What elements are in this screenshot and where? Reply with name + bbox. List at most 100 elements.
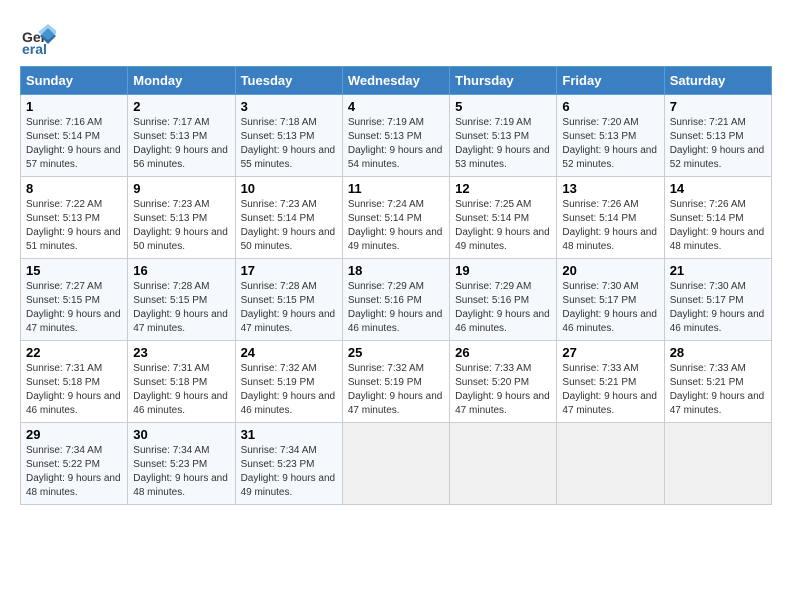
- day-number: 11: [348, 181, 444, 196]
- day-info: Sunrise: 7:22 AMSunset: 5:13 PMDaylight:…: [26, 199, 121, 252]
- day-info: Sunrise: 7:26 AMSunset: 5:14 PMDaylight:…: [670, 199, 765, 252]
- day-number: 24: [241, 345, 337, 360]
- col-friday: Friday: [557, 67, 664, 95]
- day-info: Sunrise: 7:29 AMSunset: 5:16 PMDaylight:…: [455, 281, 550, 334]
- day-info: Sunrise: 7:33 AMSunset: 5:21 PMDaylight:…: [562, 363, 657, 416]
- day-number: 6: [562, 99, 658, 114]
- calendar-week-row: 29 Sunrise: 7:34 AMSunset: 5:22 PMDaylig…: [21, 423, 772, 505]
- col-tuesday: Tuesday: [235, 67, 342, 95]
- day-info: Sunrise: 7:21 AMSunset: 5:13 PMDaylight:…: [670, 117, 765, 170]
- table-row: 30 Sunrise: 7:34 AMSunset: 5:23 PMDaylig…: [128, 423, 235, 505]
- logo: Gen eral: [20, 20, 60, 56]
- day-number: 3: [241, 99, 337, 114]
- table-row: 17 Sunrise: 7:28 AMSunset: 5:15 PMDaylig…: [235, 259, 342, 341]
- table-row: 13 Sunrise: 7:26 AMSunset: 5:14 PMDaylig…: [557, 177, 664, 259]
- table-row: 21 Sunrise: 7:30 AMSunset: 5:17 PMDaylig…: [664, 259, 771, 341]
- day-number: 7: [670, 99, 766, 114]
- day-info: Sunrise: 7:19 AMSunset: 5:13 PMDaylight:…: [348, 117, 443, 170]
- day-number: 15: [26, 263, 122, 278]
- table-row: 31 Sunrise: 7:34 AMSunset: 5:23 PMDaylig…: [235, 423, 342, 505]
- table-row: 9 Sunrise: 7:23 AMSunset: 5:13 PMDayligh…: [128, 177, 235, 259]
- table-row: 26 Sunrise: 7:33 AMSunset: 5:20 PMDaylig…: [450, 341, 557, 423]
- table-row: 12 Sunrise: 7:25 AMSunset: 5:14 PMDaylig…: [450, 177, 557, 259]
- day-info: Sunrise: 7:34 AMSunset: 5:23 PMDaylight:…: [241, 445, 336, 498]
- day-number: 26: [455, 345, 551, 360]
- day-info: Sunrise: 7:31 AMSunset: 5:18 PMDaylight:…: [26, 363, 121, 416]
- day-info: Sunrise: 7:20 AMSunset: 5:13 PMDaylight:…: [562, 117, 657, 170]
- day-number: 18: [348, 263, 444, 278]
- day-info: Sunrise: 7:31 AMSunset: 5:18 PMDaylight:…: [133, 363, 228, 416]
- day-info: Sunrise: 7:17 AMSunset: 5:13 PMDaylight:…: [133, 117, 228, 170]
- day-number: 25: [348, 345, 444, 360]
- calendar-week-row: 1 Sunrise: 7:16 AMSunset: 5:14 PMDayligh…: [21, 95, 772, 177]
- day-info: Sunrise: 7:19 AMSunset: 5:13 PMDaylight:…: [455, 117, 550, 170]
- day-number: 29: [26, 427, 122, 442]
- table-row: 16 Sunrise: 7:28 AMSunset: 5:15 PMDaylig…: [128, 259, 235, 341]
- table-row: 29 Sunrise: 7:34 AMSunset: 5:22 PMDaylig…: [21, 423, 128, 505]
- day-number: 8: [26, 181, 122, 196]
- table-row: 20 Sunrise: 7:30 AMSunset: 5:17 PMDaylig…: [557, 259, 664, 341]
- logo-icon: Gen eral: [20, 20, 56, 56]
- day-number: 4: [348, 99, 444, 114]
- table-row: 19 Sunrise: 7:29 AMSunset: 5:16 PMDaylig…: [450, 259, 557, 341]
- day-info: Sunrise: 7:34 AMSunset: 5:23 PMDaylight:…: [133, 445, 228, 498]
- day-number: 21: [670, 263, 766, 278]
- day-number: 12: [455, 181, 551, 196]
- table-row: 28 Sunrise: 7:33 AMSunset: 5:21 PMDaylig…: [664, 341, 771, 423]
- day-number: 1: [26, 99, 122, 114]
- day-info: Sunrise: 7:18 AMSunset: 5:13 PMDaylight:…: [241, 117, 336, 170]
- day-info: Sunrise: 7:29 AMSunset: 5:16 PMDaylight:…: [348, 281, 443, 334]
- day-number: 23: [133, 345, 229, 360]
- day-info: Sunrise: 7:28 AMSunset: 5:15 PMDaylight:…: [133, 281, 228, 334]
- day-number: 2: [133, 99, 229, 114]
- table-row: 18 Sunrise: 7:29 AMSunset: 5:16 PMDaylig…: [342, 259, 449, 341]
- day-info: Sunrise: 7:30 AMSunset: 5:17 PMDaylight:…: [562, 281, 657, 334]
- day-number: 22: [26, 345, 122, 360]
- col-thursday: Thursday: [450, 67, 557, 95]
- table-row: 2 Sunrise: 7:17 AMSunset: 5:13 PMDayligh…: [128, 95, 235, 177]
- calendar-header-row: Sunday Monday Tuesday Wednesday Thursday…: [21, 67, 772, 95]
- col-wednesday: Wednesday: [342, 67, 449, 95]
- table-row: 11 Sunrise: 7:24 AMSunset: 5:14 PMDaylig…: [342, 177, 449, 259]
- calendar-week-row: 22 Sunrise: 7:31 AMSunset: 5:18 PMDaylig…: [21, 341, 772, 423]
- day-info: Sunrise: 7:27 AMSunset: 5:15 PMDaylight:…: [26, 281, 121, 334]
- day-info: Sunrise: 7:32 AMSunset: 5:19 PMDaylight:…: [348, 363, 443, 416]
- page-header: Gen eral: [20, 20, 772, 56]
- day-info: Sunrise: 7:33 AMSunset: 5:21 PMDaylight:…: [670, 363, 765, 416]
- day-number: 31: [241, 427, 337, 442]
- day-info: Sunrise: 7:32 AMSunset: 5:19 PMDaylight:…: [241, 363, 336, 416]
- col-sunday: Sunday: [21, 67, 128, 95]
- table-row: 10 Sunrise: 7:23 AMSunset: 5:14 PMDaylig…: [235, 177, 342, 259]
- day-number: 20: [562, 263, 658, 278]
- day-info: Sunrise: 7:24 AMSunset: 5:14 PMDaylight:…: [348, 199, 443, 252]
- table-row: 14 Sunrise: 7:26 AMSunset: 5:14 PMDaylig…: [664, 177, 771, 259]
- table-row: 22 Sunrise: 7:31 AMSunset: 5:18 PMDaylig…: [21, 341, 128, 423]
- table-row: 25 Sunrise: 7:32 AMSunset: 5:19 PMDaylig…: [342, 341, 449, 423]
- table-row: 27 Sunrise: 7:33 AMSunset: 5:21 PMDaylig…: [557, 341, 664, 423]
- table-row: 4 Sunrise: 7:19 AMSunset: 5:13 PMDayligh…: [342, 95, 449, 177]
- day-number: 10: [241, 181, 337, 196]
- table-row: [557, 423, 664, 505]
- table-row: [664, 423, 771, 505]
- day-number: 27: [562, 345, 658, 360]
- svg-text:eral: eral: [22, 41, 47, 56]
- day-info: Sunrise: 7:28 AMSunset: 5:15 PMDaylight:…: [241, 281, 336, 334]
- table-row: 24 Sunrise: 7:32 AMSunset: 5:19 PMDaylig…: [235, 341, 342, 423]
- day-info: Sunrise: 7:26 AMSunset: 5:14 PMDaylight:…: [562, 199, 657, 252]
- table-row: 7 Sunrise: 7:21 AMSunset: 5:13 PMDayligh…: [664, 95, 771, 177]
- day-number: 17: [241, 263, 337, 278]
- calendar-week-row: 8 Sunrise: 7:22 AMSunset: 5:13 PMDayligh…: [21, 177, 772, 259]
- col-saturday: Saturday: [664, 67, 771, 95]
- day-info: Sunrise: 7:34 AMSunset: 5:22 PMDaylight:…: [26, 445, 121, 498]
- table-row: 8 Sunrise: 7:22 AMSunset: 5:13 PMDayligh…: [21, 177, 128, 259]
- table-row: 23 Sunrise: 7:31 AMSunset: 5:18 PMDaylig…: [128, 341, 235, 423]
- day-info: Sunrise: 7:30 AMSunset: 5:17 PMDaylight:…: [670, 281, 765, 334]
- col-monday: Monday: [128, 67, 235, 95]
- day-info: Sunrise: 7:23 AMSunset: 5:13 PMDaylight:…: [133, 199, 228, 252]
- table-row: [342, 423, 449, 505]
- day-number: 28: [670, 345, 766, 360]
- day-number: 9: [133, 181, 229, 196]
- table-row: 1 Sunrise: 7:16 AMSunset: 5:14 PMDayligh…: [21, 95, 128, 177]
- day-info: Sunrise: 7:16 AMSunset: 5:14 PMDaylight:…: [26, 117, 121, 170]
- table-row: 6 Sunrise: 7:20 AMSunset: 5:13 PMDayligh…: [557, 95, 664, 177]
